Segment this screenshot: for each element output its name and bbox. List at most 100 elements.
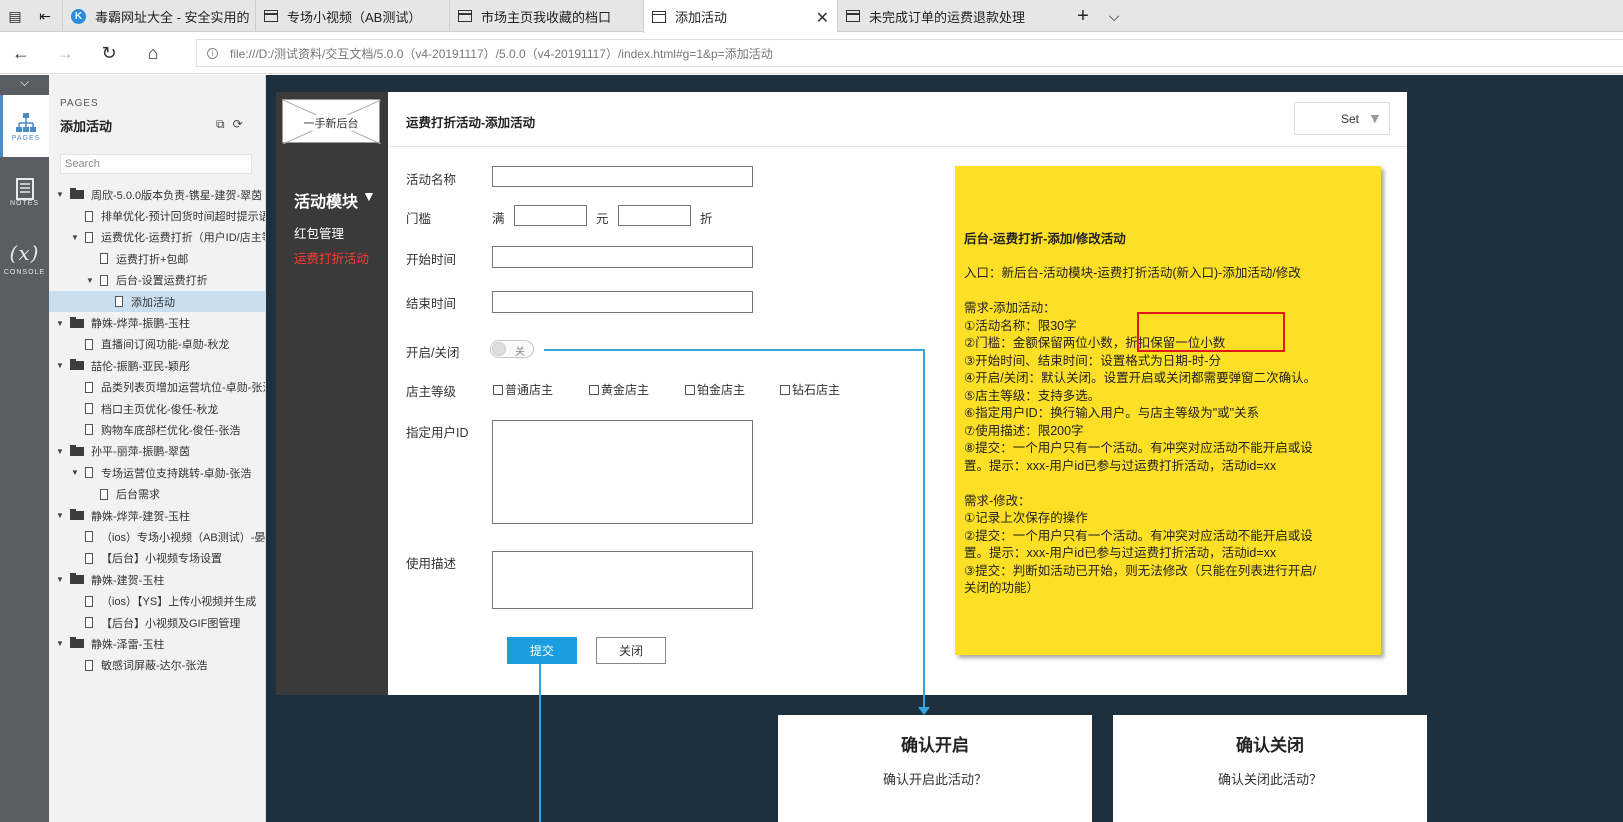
new-tab-button[interactable]: + <box>1068 0 1098 32</box>
checkbox-platinum[interactable]: 铂金店主 <box>685 381 745 398</box>
page-icon <box>85 424 93 436</box>
pages-panel: PAGES 添加活动 ⧉⟳ Search ▼ 周欣-5.0.0版本负责-镌星-建贺… <box>49 75 266 822</box>
tree-page[interactable]: （ios）【YS】上传小视频并生成 <box>49 590 265 611</box>
note-line: 置。提示：xxx-用户id已参与过运费打折活动，活动id=xx <box>964 458 1277 473</box>
sidebar-item-redpacket[interactable]: 红包管理 <box>294 223 344 242</box>
browser-tab-bar: ▤ ⇤ K 毒霸网址大全 - 安全实用的 专场小视频（AB测试） 市场主页我收藏的… <box>0 0 1623 33</box>
tree-page[interactable]: ▼ 运费优化-运费打折（用户ID/店主等级） <box>49 227 265 248</box>
chevron-down-icon[interactable]: ▼ <box>71 468 81 477</box>
browser-tab-1[interactable]: K 毒霸网址大全 - 安全实用的 <box>62 0 255 32</box>
tree-page[interactable]: 后台需求 <box>49 483 265 504</box>
pages-tab-label: PAGES <box>11 134 41 142</box>
discount-input[interactable] <box>618 205 691 226</box>
console-tab[interactable]: (x) CONSOLE <box>0 227 49 289</box>
info-icon[interactable]: i <box>207 47 218 59</box>
logo-text: 一手新后台 <box>283 115 379 131</box>
tree-label: 静姝-烨萍-振鹏-玉柱 <box>91 318 190 331</box>
notes-tab[interactable]: NOTES <box>0 161 49 223</box>
tree-page[interactable]: （ios）专场小视频（AB测试）-晏 <box>49 526 265 547</box>
sidebar-item-freight-discount[interactable]: 运费打折活动 <box>294 248 369 267</box>
tree-page[interactable]: 【后台】小视频专场设置 <box>49 548 265 569</box>
tree-folder[interactable]: ▼ 周欣-5.0.0版本负责-镌星-建贺-翠茵 <box>49 184 265 205</box>
chevron-down-icon[interactable]: ▼ <box>56 639 66 648</box>
activity-name-input[interactable] <box>492 166 753 187</box>
chevron-down-icon[interactable]: ▼ <box>56 319 66 328</box>
browser-tab-5[interactable]: 未完成订单的运费退款处理 <box>837 0 1031 32</box>
search-input[interactable]: Search <box>60 154 252 174</box>
tree-folder[interactable]: ▼ 孙平-丽萍-振鹏-翠茵 <box>49 441 265 462</box>
module-title[interactable]: 活动模块 <box>294 188 358 212</box>
tree-label: 运费优化-运费打折（用户ID/店主等级） <box>101 232 265 245</box>
browser-tab-3[interactable]: 市场主页我收藏的档口 <box>449 0 643 32</box>
window-menu-icon[interactable]: ▤ <box>0 0 30 32</box>
tree-folder[interactable]: ▼ 喆伦-振鹏-亚民-颖彤 <box>49 355 265 376</box>
discount-suffix: 折 <box>700 212 713 226</box>
browser-tab-2[interactable]: 专场小视频（AB测试） <box>255 0 449 32</box>
locate-page-icon[interactable]: ⟳ <box>233 117 251 131</box>
checkbox-label: 铂金店主 <box>697 383 746 397</box>
threshold-amount-input[interactable] <box>514 205 587 226</box>
chevron-down-icon[interactable]: ▼ <box>56 190 66 199</box>
forward-button[interactable]: → <box>52 41 78 65</box>
tree-folder[interactable]: ▼ 静姝-烨萍-建贺-玉柱 <box>49 505 265 526</box>
start-time-label: 开始时间 <box>406 253 457 267</box>
tree-label: 后台需求 <box>116 489 160 502</box>
chevron-down-icon[interactable]: ▼ <box>56 575 66 584</box>
url-field[interactable]: i file:///D:/测试资料/交互文档/5.0.0（v4-20191117… <box>196 39 1623 67</box>
browser-tab-active[interactable]: 添加活动 ✕ <box>643 0 837 33</box>
tree-page[interactable]: 排单优化-预计回货时间超时提示语 <box>49 205 265 226</box>
chevron-down-icon[interactable]: ▼ <box>56 361 66 370</box>
panel-actions: ⧉⟳ <box>216 117 251 132</box>
tab-menu-button[interactable]: ⌵ <box>1099 0 1129 32</box>
folder-icon <box>70 188 84 200</box>
checkbox-diamond[interactable]: 钻石店主 <box>780 381 840 398</box>
set-dropdown[interactable]: Set ▼ <box>1294 102 1390 135</box>
open-external-icon[interactable]: ⧉ <box>216 117 233 131</box>
tree-label: 添加活动 <box>131 296 175 309</box>
tab-list-icon[interactable]: ⇤ <box>30 0 60 32</box>
checkbox-normal[interactable]: 普通店主 <box>493 381 553 398</box>
name-label: 活动名称 <box>406 173 457 187</box>
open-close-toggle[interactable]: 关 <box>490 340 534 358</box>
tree-page[interactable]: 运费打折+包邮 <box>49 248 265 269</box>
tree-page[interactable]: ▼ 后台-设置运费打折 <box>49 270 265 291</box>
tree-page[interactable]: 【后台】小视频及GIF图管理 <box>49 612 265 633</box>
close-tab-icon[interactable]: ✕ <box>816 8 829 28</box>
tree-label: 敏感词屏蔽-达尔-张浩 <box>101 660 208 673</box>
chevron-down-icon[interactable]: ▼ <box>86 276 96 285</box>
notes-icon <box>15 177 34 200</box>
tree-folder[interactable]: ▼ 静姝-建贺-玉柱 <box>49 569 265 590</box>
chevron-down-icon[interactable]: ⌵ <box>0 75 49 93</box>
pages-tab[interactable]: PAGES <box>0 95 49 157</box>
tree-page[interactable]: ▼ 专场运营位支持跳转-卓勋-张浩 <box>49 462 265 483</box>
close-button[interactable]: 关闭 <box>596 637 666 664</box>
note-line: ②提交：一个用户只有一个活动。有冲突对应活动不能开启或设 <box>964 528 1313 543</box>
form-title: 运费打折活动-添加活动 <box>406 116 536 130</box>
page-icon <box>115 296 123 308</box>
tree-page[interactable]: 品类列表页增加运营坑位-卓勋-张浩 <box>49 377 265 398</box>
module-toggle-icon[interactable]: ▼ <box>362 188 376 204</box>
tree-page[interactable]: 直播间订阅功能-卓勋-秋龙 <box>49 334 265 355</box>
chevron-down-icon[interactable]: ▼ <box>71 233 81 242</box>
chevron-down-icon[interactable]: ▼ <box>56 447 66 456</box>
chevron-down-icon[interactable]: ▼ <box>56 511 66 520</box>
tree-page[interactable]: 档口主页优化-俊任-秋龙 <box>49 398 265 419</box>
back-button[interactable]: ← <box>8 41 34 65</box>
start-time-input[interactable] <box>492 246 753 268</box>
tree-page[interactable]: 敏感词屏蔽-达尔-张浩 <box>49 655 265 676</box>
user-id-textarea[interactable] <box>492 420 753 524</box>
tree-folder[interactable]: ▼ 静姝-烨萍-振鹏-玉柱 <box>49 312 265 333</box>
page-icon <box>85 381 93 393</box>
end-time-input[interactable] <box>492 291 753 313</box>
reload-button[interactable]: ↻ <box>96 41 122 65</box>
submit-button[interactable]: 提交 <box>507 637 577 664</box>
checkbox-gold[interactable]: 黄金店主 <box>589 381 649 398</box>
console-icon: (x) <box>9 240 40 265</box>
tree-label: 周欣-5.0.0版本负责-镌星-建贺-翠茵 <box>91 189 263 202</box>
description-textarea[interactable] <box>492 551 753 609</box>
tree-page[interactable]: 购物车底部栏优化-俊任-张浩 <box>49 419 265 440</box>
tree-folder[interactable]: ▼ 静姝-泽雷-玉柱 <box>49 633 265 654</box>
home-button[interactable]: ⌂ <box>140 41 166 65</box>
tree-label: 专场运营位支持跳转-卓勋-张浩 <box>101 467 252 480</box>
tree-page[interactable]: 添加活动 <box>49 290 265 313</box>
